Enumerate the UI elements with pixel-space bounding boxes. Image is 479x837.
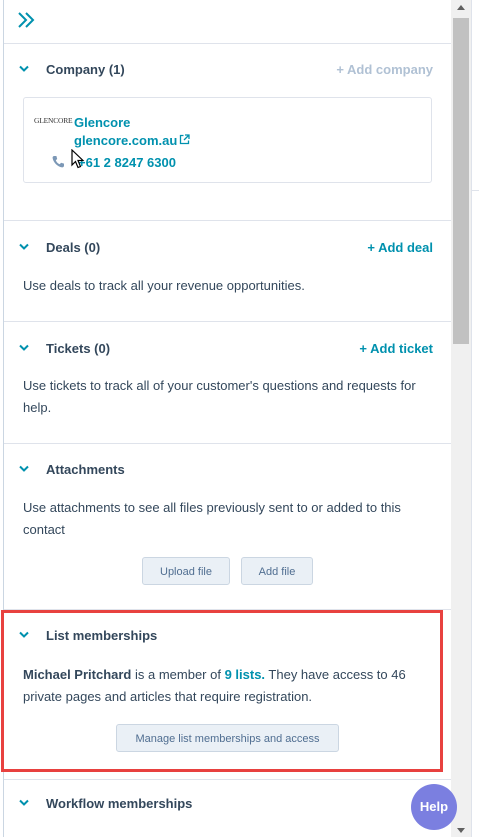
company-domain-link[interactable]: glencore.com.au [74,133,177,148]
scroll-up-arrow-icon[interactable] [457,5,465,10]
chevron-down-icon[interactable] [19,344,29,352]
vertical-scrollbar[interactable] [451,0,471,837]
chevron-down-icon[interactable] [19,799,29,807]
chevron-down-icon[interactable] [19,465,29,473]
external-link-icon[interactable] [179,134,190,145]
double-chevron-right-icon[interactable] [16,11,36,29]
add-file-button[interactable]: Add file [241,557,313,585]
company-card: GLENCORE Glencore glencore.com.au +61 2 … [23,97,432,183]
deals-description: Use deals to track all your revenue oppo… [23,278,305,293]
section-title-tickets: Tickets (0) [46,341,111,356]
upload-file-button[interactable]: Upload file [142,557,230,585]
tickets-section-header[interactable]: Tickets (0) + Add ticket [4,337,451,361]
divider [4,443,451,444]
section-title-attachments: Attachments [46,462,125,477]
add-deal-button[interactable]: + Add deal [367,240,433,255]
background-page-border [471,0,472,837]
chevron-down-icon[interactable] [19,65,29,73]
company-phone-link[interactable]: +61 2 8247 6300 [78,155,176,170]
workflow-memberships-section-header[interactable]: Workflow memberships [4,792,451,816]
mouse-pointer-icon [71,149,85,169]
scroll-down-arrow-icon[interactable] [457,828,465,833]
section-title-company: Company (1) [46,62,125,77]
background-page-strip [471,0,479,837]
background-page-divider [472,190,479,191]
company-logo: GLENCORE [34,116,73,125]
phone-icon [52,156,64,168]
divider [4,321,451,322]
add-ticket-button[interactable]: + Add ticket [359,341,433,356]
company-section-header[interactable]: Company (1) + Add company [4,58,451,82]
scroll-thumb[interactable] [453,18,469,344]
attachments-description: Use attachments to see all files previou… [23,500,401,537]
divider [4,779,451,780]
section-title-deals: Deals (0) [46,240,101,255]
chevron-down-icon[interactable] [19,243,29,251]
tickets-description: Use tickets to track all of your custome… [23,378,416,415]
attachments-section-header[interactable]: Attachments [4,458,451,482]
company-name-link[interactable]: Glencore [74,115,130,130]
help-button[interactable]: Help [411,784,457,830]
section-title-workflow-memberships: Workflow memberships [46,796,193,811]
divider [4,43,451,44]
deals-section-header[interactable]: Deals (0) + Add deal [4,236,451,260]
sidebar-topbar [4,0,451,42]
divider [4,220,451,221]
add-company-button[interactable]: + Add company [336,62,433,77]
highlight-box [1,610,443,772]
